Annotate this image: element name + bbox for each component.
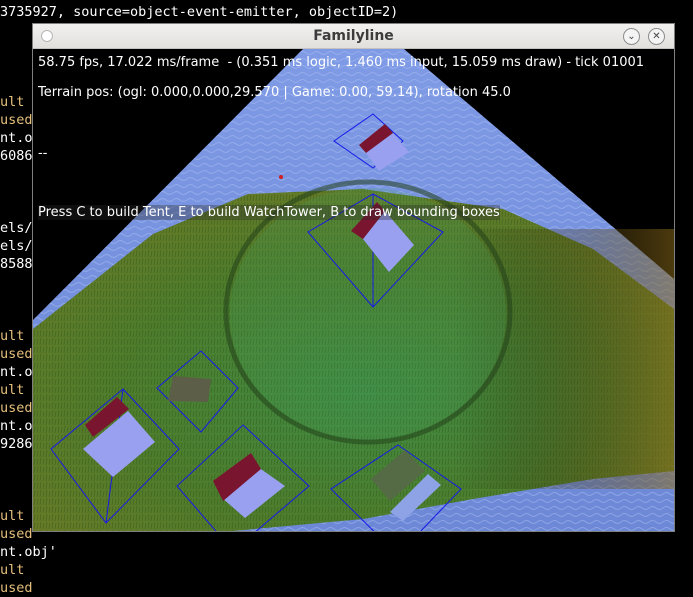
terminal-line: 3735927, source=object-event-emitter, ob… [0,4,399,20]
terminal-line: used [0,400,33,416]
close-icon: ✕ [652,31,661,42]
minimize-button[interactable]: ⌄ [623,28,640,45]
separator-text: -- [38,146,48,161]
terrain-scene[interactable] [33,49,674,531]
game-window: Familyline ⌄ ✕ 58.75 fps, 17.022 ms/fram… [32,23,675,532]
chevron-down-icon: ⌄ [627,31,636,42]
watchtower-body [168,376,211,402]
terminal-line: nt.o [0,364,33,380]
close-button[interactable]: ✕ [648,28,665,45]
marker-dot [279,175,283,179]
window-title: Familyline [313,28,394,44]
terminal-line: els/ [0,238,33,254]
terminal-line: nt.o [0,130,33,146]
terminal-line: used [0,580,33,596]
window-titlebar[interactable]: Familyline ⌄ ✕ [33,24,674,49]
terminal-line: ult [0,508,25,524]
fps-readout: 58.75 fps, 17.022 ms/frame - (0.351 ms l… [38,55,645,70]
terminal-line: used [0,526,33,542]
terrain-position-readout: Terrain pos: (ogl: 0.000,0.000,29.570 | … [38,85,511,100]
terminal-line: nt.obj' [0,544,57,560]
terminal-line: 8588 [0,256,33,272]
terminal-line: 6086 [0,148,33,164]
build-hint: Press C to build Tent, E to build WatchT… [38,205,500,220]
terminal-line: used [0,346,33,362]
terminal-line: 9286 [0,436,33,452]
terminal-line: els/ [0,220,33,236]
terminal-line: ult [0,328,25,344]
terminal-line: ult [0,562,25,578]
terminal-line: ult [0,382,25,398]
terminal-line: used [0,112,33,128]
terminal-line: nt.o [0,418,33,434]
terminal-line: ult [0,94,25,110]
game-viewport[interactable]: 58.75 fps, 17.022 ms/frame - (0.351 ms l… [33,49,674,531]
